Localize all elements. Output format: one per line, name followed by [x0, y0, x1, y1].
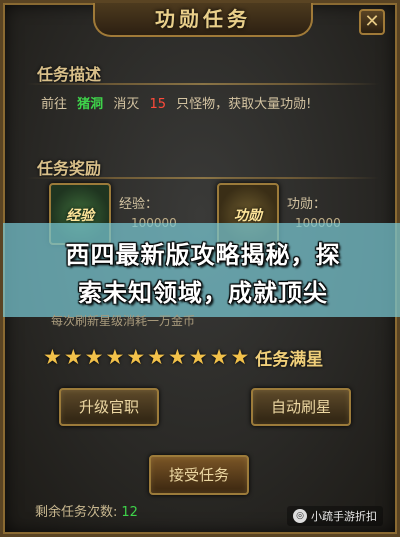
star-icon: ★	[63, 345, 83, 369]
remaining-count: 剩余任务次数: 12	[35, 501, 138, 520]
remaining-label: 剩余任务次数:	[35, 505, 118, 520]
desc-go-word: 前往	[41, 97, 68, 112]
window-title: 功勋任务	[93, 3, 313, 37]
star-icon: ★	[188, 345, 208, 369]
auto-refresh-stars-button[interactable]: 自动刷星	[251, 388, 351, 426]
desc-rest: 只怪物，获取大量功勋!	[176, 97, 312, 112]
close-icon: ✕	[364, 11, 380, 32]
desc-location-link[interactable]: 猪洞	[77, 97, 103, 112]
watermark: ◎ 小疏手游折扣	[287, 506, 383, 526]
star-icon: ★	[126, 345, 146, 369]
star-icon: ★	[43, 345, 62, 369]
star-icon: ★	[167, 345, 187, 369]
exp-icon-text: 经验	[66, 208, 94, 224]
stars-label: 任务满星	[255, 349, 324, 370]
merit-icon-text: 功勋	[234, 208, 262, 224]
description-text: 前往 猪洞 消灭 15 只怪物，获取大量功勋!	[41, 93, 317, 112]
desc-kill-count: 15	[149, 97, 167, 112]
close-button[interactable]: ✕	[359, 9, 385, 35]
wechat-logo-icon: ◎	[293, 509, 307, 523]
description-heading: 任务描述	[37, 65, 102, 84]
divider	[27, 177, 379, 179]
remaining-value: 12	[121, 505, 138, 520]
star-icon: ★	[147, 345, 166, 369]
watermark-text: 小疏手游折扣	[311, 510, 377, 523]
star-icon: ★	[230, 345, 250, 369]
headline-line-1: 西四最新版攻略揭秘，探	[65, 241, 341, 269]
star-rating: ★ ★ ★ ★ ★ ★ ★ ★ ★ ★ 任务满星	[43, 343, 323, 371]
exp-label: 经验：	[119, 197, 159, 212]
merit-label: 功勋：	[287, 197, 327, 212]
accept-quest-button[interactable]: 接受任务	[149, 455, 249, 495]
rewards-heading: 任务奖励	[37, 159, 102, 178]
refresh-cost-note: 每次刷新星级消耗一万金币	[51, 314, 196, 328]
upgrade-rank-button[interactable]: 升级官职	[59, 388, 159, 426]
quest-window: 功勋任务 ✕ 任务描述 前往 猪洞 消灭 15 只怪物，获取大量功勋! 任务奖励…	[0, 0, 400, 537]
star-icon: ★	[84, 345, 104, 369]
star-icon: ★	[209, 345, 229, 369]
headline-line-2: 索未知领域，成就顶尖	[78, 279, 328, 307]
star-icon: ★	[105, 345, 125, 369]
divider	[27, 83, 379, 85]
desc-kill-word: 消灭	[113, 97, 140, 112]
